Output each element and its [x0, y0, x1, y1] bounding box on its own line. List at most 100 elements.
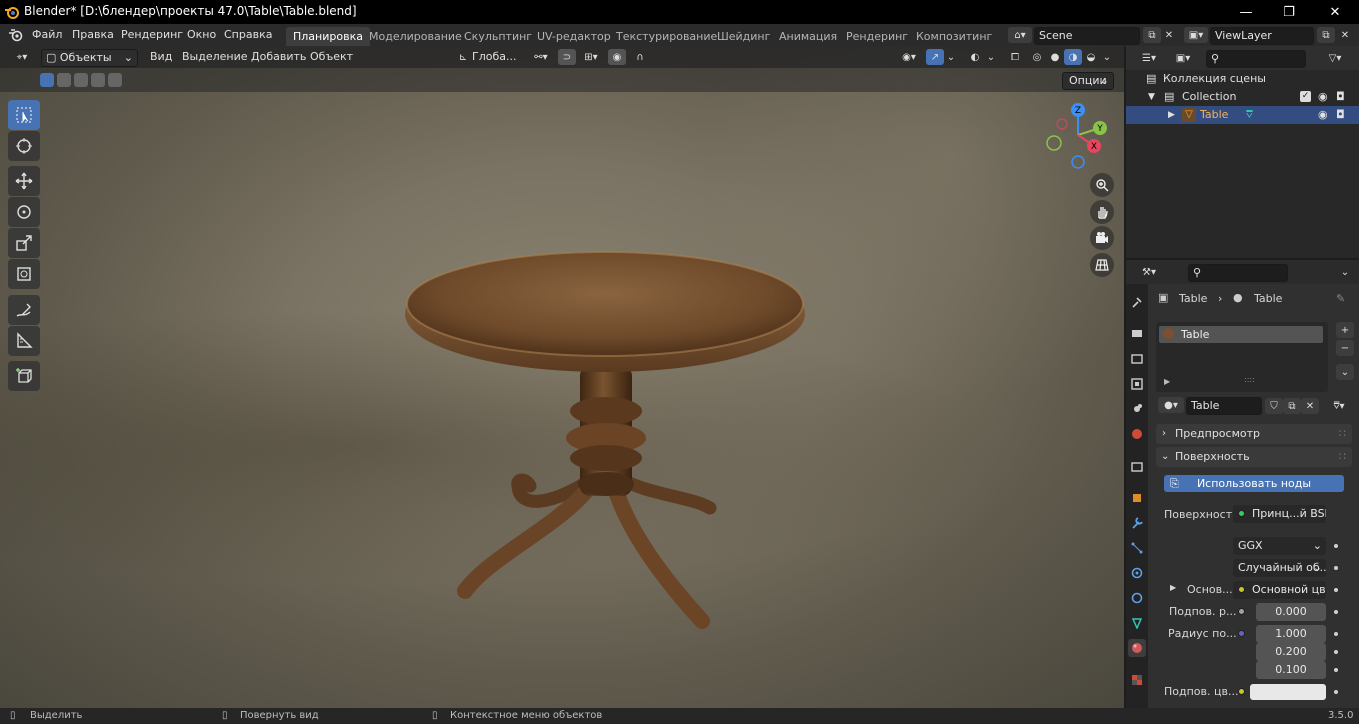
- view-layer-field[interactable]: ViewLayer: [1210, 27, 1314, 45]
- radius-z-field[interactable]: 0.100: [1256, 661, 1326, 679]
- rotate-tool[interactable]: [8, 197, 40, 227]
- snap-target-icon[interactable]: ⊞▾: [578, 49, 604, 65]
- collection-tab-icon[interactable]: [1128, 458, 1146, 476]
- keyframe-dot-icon[interactable]: [1334, 632, 1338, 636]
- keyframe-dot-icon[interactable]: [1334, 610, 1338, 614]
- new-view-layer-icon[interactable]: ⧉: [1317, 27, 1335, 43]
- radius-x-field[interactable]: 1.000: [1256, 625, 1326, 643]
- pivot-point-icon[interactable]: ⚯▾: [528, 49, 554, 65]
- subsurface-color-swatch[interactable]: [1250, 684, 1326, 700]
- viewport-menu-select[interactable]: Выделение: [182, 50, 248, 63]
- overlay-toggle-icon[interactable]: ◐: [966, 49, 984, 65]
- transform-tool[interactable]: [8, 259, 40, 289]
- eye-icon[interactable]: ◉: [1318, 106, 1328, 124]
- minimize-button[interactable]: —: [1223, 0, 1269, 24]
- perspective-toggle-button[interactable]: [1090, 253, 1114, 277]
- outliner-search-input[interactable]: ⚲: [1206, 50, 1306, 68]
- expand-arrow-icon[interactable]: ▼: [1148, 88, 1155, 106]
- viewport-menu-view[interactable]: Вид: [150, 50, 172, 63]
- subsurface-field[interactable]: 0.000: [1256, 603, 1326, 621]
- menu-edit[interactable]: Правка: [72, 27, 114, 43]
- expand-arrow-icon[interactable]: ▶: [1164, 377, 1170, 386]
- tab-shading[interactable]: Шейдинг: [710, 27, 777, 46]
- drag-handle-icon[interactable]: ∷: [1339, 424, 1346, 444]
- panel-options-icon[interactable]: ⌄: [1336, 264, 1354, 280]
- solid-shading-icon[interactable]: ●: [1046, 49, 1064, 65]
- tab-texture-paint[interactable]: Текстурирование: [609, 27, 724, 46]
- tab-animation[interactable]: Анимация: [772, 27, 844, 46]
- filter-icon[interactable]: ▽▾: [1322, 50, 1348, 66]
- drag-handle-icon[interactable]: ∷: [1339, 447, 1346, 467]
- display-mode-icon[interactable]: ▣▾: [1170, 50, 1196, 66]
- tab-rendering[interactable]: Рендеринг: [839, 27, 915, 46]
- xray-toggle-icon[interactable]: ⧠: [1006, 49, 1024, 65]
- select-mode-subtract-icon[interactable]: [74, 73, 88, 87]
- keyframe-dot-icon[interactable]: [1334, 668, 1338, 672]
- keyframe-dot-icon[interactable]: [1334, 566, 1338, 570]
- transform-orientation-dropdown[interactable]: Глоба...: [472, 50, 516, 63]
- close-button[interactable]: ✕: [1312, 0, 1358, 24]
- keyframe-dot-icon[interactable]: [1334, 690, 1338, 694]
- base-color-input[interactable]: Основной цвет: [1233, 581, 1326, 599]
- move-tool[interactable]: [8, 166, 40, 196]
- menu-help[interactable]: Справка: [224, 27, 272, 43]
- annotate-tool[interactable]: [8, 295, 40, 325]
- viewport-menu-add[interactable]: Добавить: [251, 50, 306, 63]
- outliner-row-table[interactable]: ▶ ▽ Table ⩢ ◉ ◘: [1126, 106, 1359, 124]
- select-box-tool[interactable]: [8, 100, 40, 130]
- proportional-editing-icon[interactable]: ◉: [608, 49, 626, 65]
- particles-tab-icon[interactable]: [1128, 539, 1146, 557]
- render-tab-icon[interactable]: [1128, 324, 1146, 342]
- view-layer-selector-icon[interactable]: ▣▾: [1184, 27, 1208, 43]
- blender-menu-icon[interactable]: [8, 27, 24, 43]
- snap-toggle-icon[interactable]: ⊃: [558, 49, 576, 65]
- duplicate-material-icon[interactable]: ⧉: [1283, 398, 1301, 414]
- resize-handle-icon[interactable]: ::::: [1244, 375, 1255, 384]
- material-preview-shading-icon[interactable]: ◑: [1064, 49, 1082, 65]
- outliner-row-scene-collection[interactable]: ▤ Коллекция сцены: [1126, 70, 1359, 88]
- fake-user-icon[interactable]: ⛉: [1265, 398, 1283, 414]
- material-slot-row[interactable]: Table: [1159, 326, 1323, 343]
- exclude-checkbox[interactable]: ✓: [1300, 91, 1311, 102]
- delete-scene-icon[interactable]: ✕: [1160, 27, 1178, 43]
- mode-selector[interactable]: ▢ Объекты ⌄: [41, 49, 138, 67]
- material-tab-icon[interactable]: [1128, 639, 1146, 657]
- 3d-viewport[interactable]: [0, 46, 1124, 708]
- properties-search-input[interactable]: ⚲: [1188, 264, 1288, 282]
- keyframe-dot-icon[interactable]: [1334, 544, 1338, 548]
- maximize-button[interactable]: ❐: [1266, 0, 1312, 24]
- scale-tool[interactable]: [8, 228, 40, 258]
- subsurface-method-dropdown[interactable]: Случайный об... ⌄: [1233, 559, 1326, 577]
- scene-name-field[interactable]: Scene: [1034, 27, 1140, 45]
- cursor-tool[interactable]: [8, 131, 40, 161]
- pan-view-button[interactable]: [1090, 200, 1114, 224]
- radius-y-field[interactable]: 0.200: [1256, 643, 1326, 661]
- surface-panel-header[interactable]: ⌄ Поверхность ∷: [1156, 447, 1352, 467]
- tab-modeling[interactable]: Моделирование: [362, 27, 469, 46]
- slot-specials-icon[interactable]: ⌄: [1336, 364, 1354, 380]
- delete-view-layer-icon[interactable]: ✕: [1336, 27, 1354, 43]
- gizmo-toggle-icon[interactable]: ↗: [926, 49, 944, 65]
- remove-slot-icon[interactable]: −: [1336, 340, 1354, 356]
- menu-render[interactable]: Рендеринг: [121, 27, 183, 43]
- camera-render-icon[interactable]: ◘: [1336, 88, 1345, 106]
- output-tab-icon[interactable]: [1128, 350, 1146, 368]
- mesh-data-icon[interactable]: ⩢: [1246, 106, 1253, 124]
- navigation-gizmo[interactable]: Z Y X: [1042, 100, 1116, 170]
- tab-sculpting[interactable]: Скульптинг: [457, 27, 539, 46]
- overlay-dropdown-icon[interactable]: ⌄: [984, 49, 998, 65]
- scene-selector-icon[interactable]: ⌂▾: [1008, 27, 1032, 43]
- properties-editor-type-icon[interactable]: ⚒▾: [1136, 264, 1162, 280]
- menu-file[interactable]: Файл: [32, 27, 62, 43]
- expand-arrow-icon[interactable]: ▶: [1168, 106, 1175, 124]
- tool-tab-icon[interactable]: [1128, 293, 1146, 311]
- data-tab-icon[interactable]: [1128, 614, 1146, 632]
- use-nodes-button[interactable]: ⎘ Использовать ноды: [1164, 475, 1344, 492]
- outliner-editor-type-icon[interactable]: ☰▾: [1136, 50, 1162, 66]
- preview-panel-header[interactable]: › Предпросмотр ∷: [1156, 424, 1352, 444]
- keyframe-dot-icon[interactable]: [1334, 588, 1338, 592]
- select-mode-intersect-icon[interactable]: [108, 73, 122, 87]
- editor-type-icon[interactable]: ⌖▾: [8, 49, 36, 65]
- visibility-icon[interactable]: ◉▾: [896, 49, 922, 65]
- tab-compositing[interactable]: Композитинг: [909, 27, 999, 46]
